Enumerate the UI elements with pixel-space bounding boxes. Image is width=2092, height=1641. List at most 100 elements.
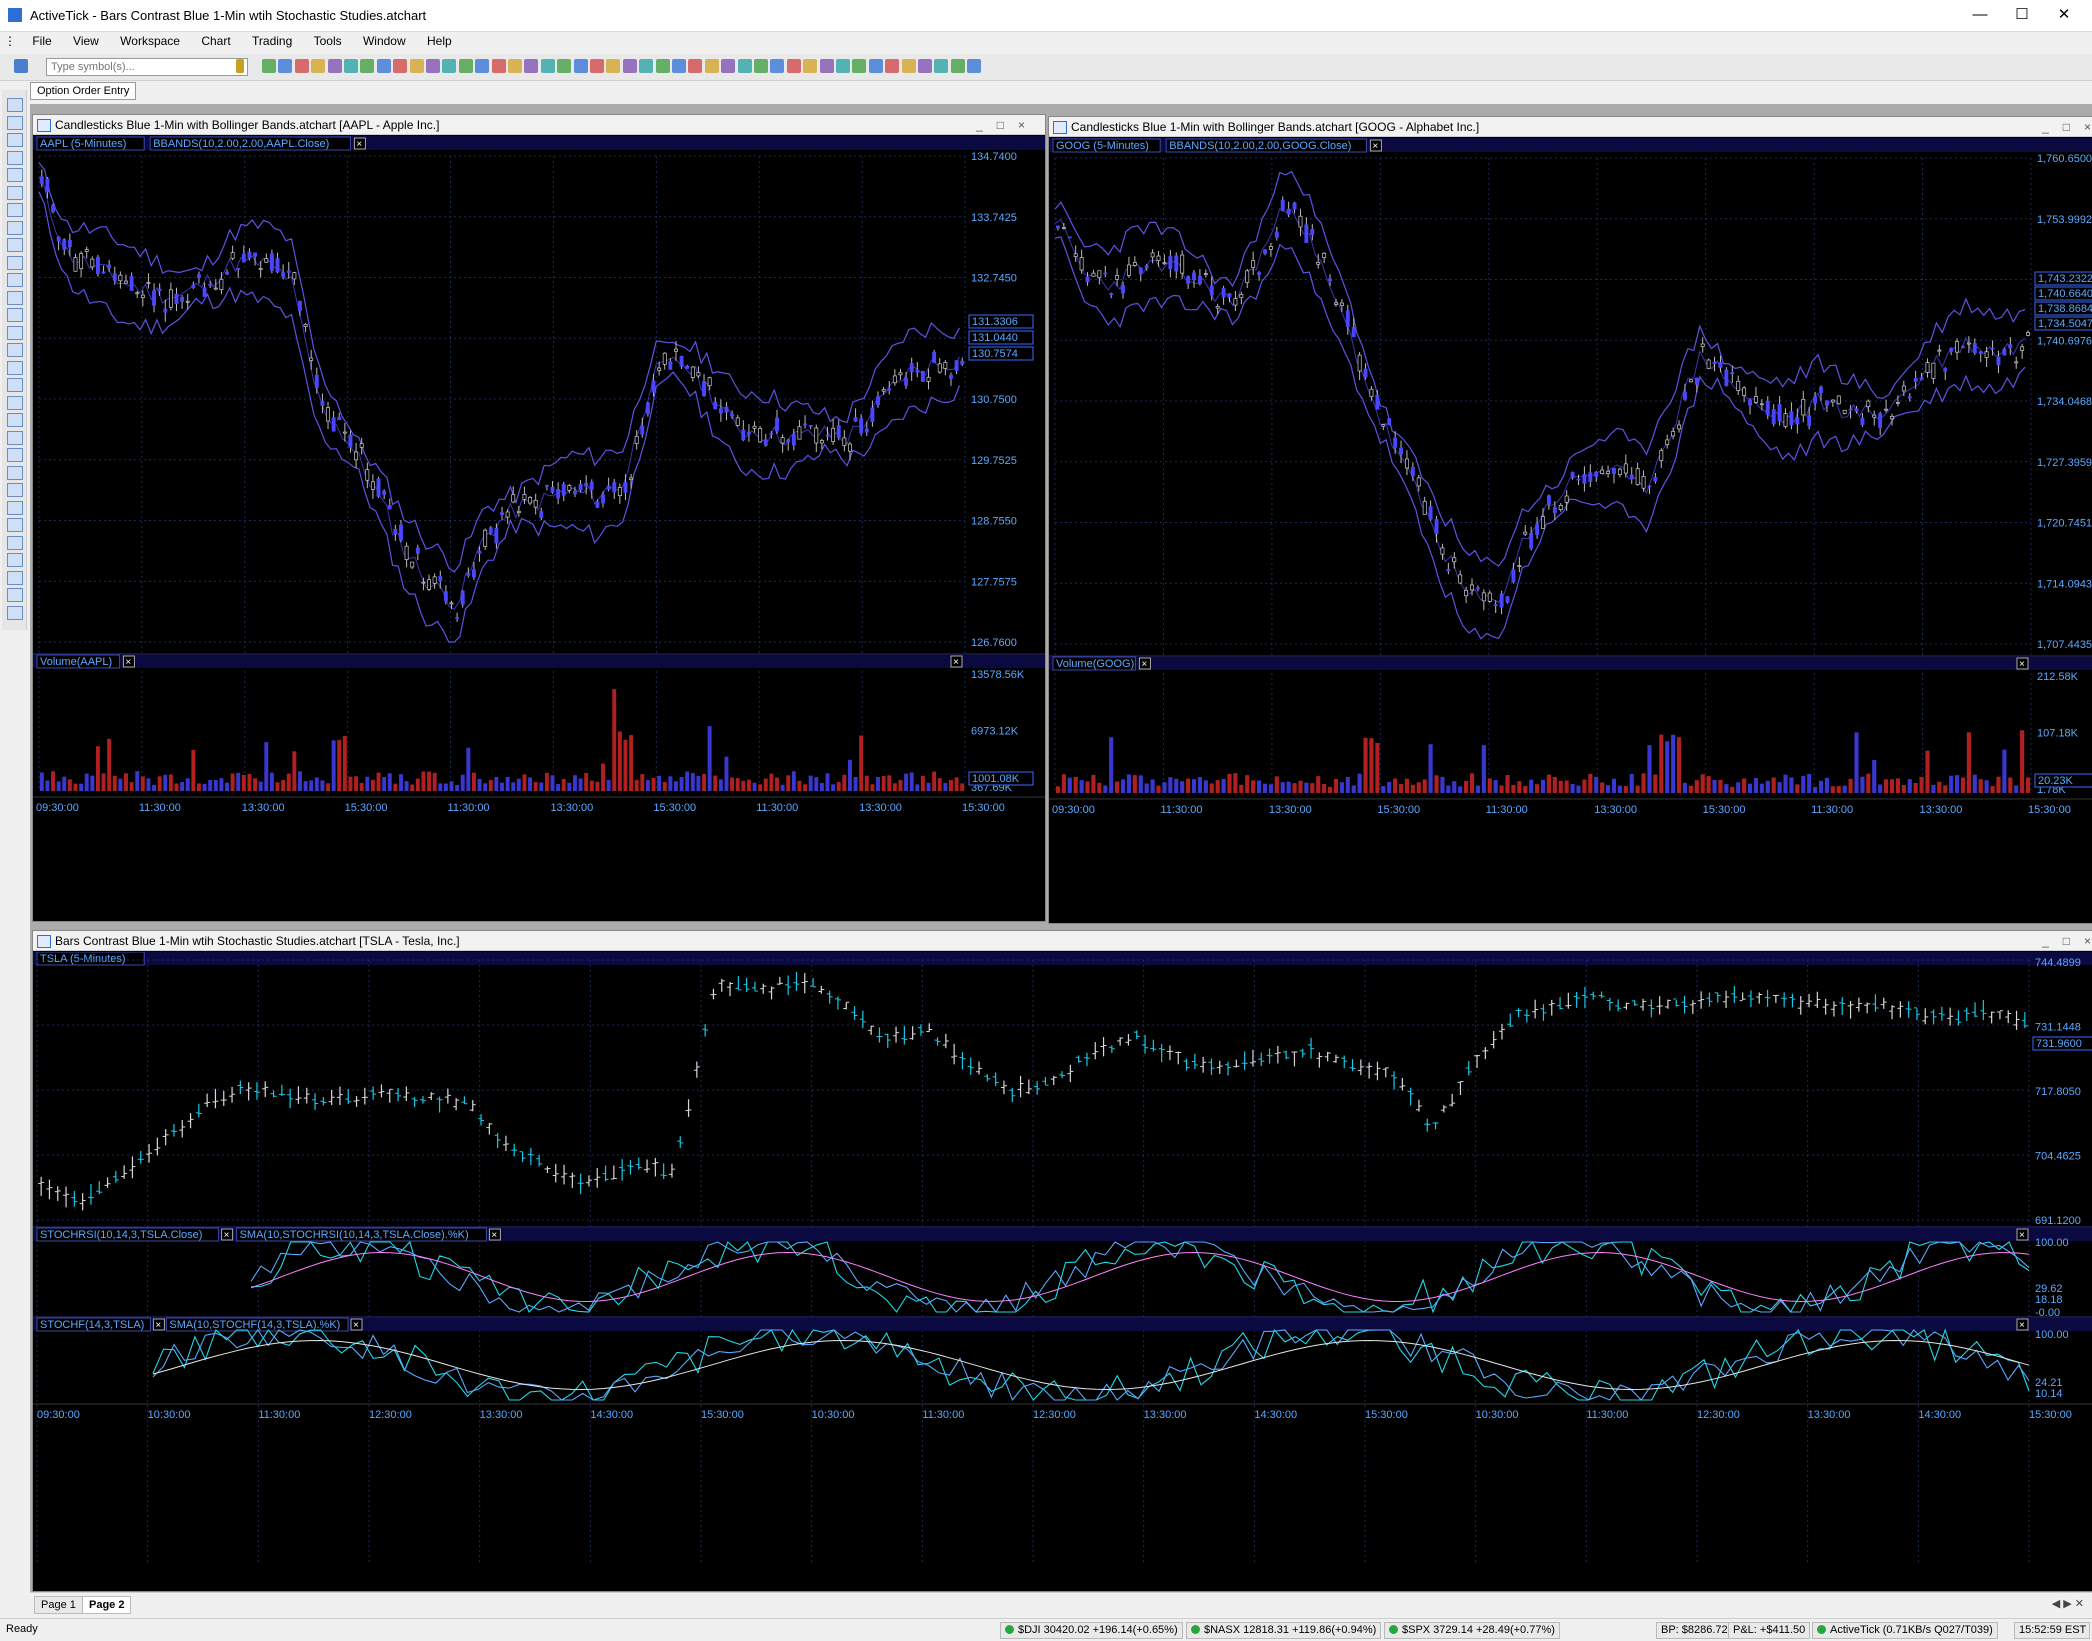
toolbar-tool-icon[interactable] xyxy=(885,59,900,73)
drawing-tool-icon[interactable] xyxy=(7,378,23,392)
option-order-entry-button[interactable]: Option Order Entry xyxy=(30,82,137,100)
toolbar-tool-icon[interactable] xyxy=(262,59,276,73)
toolbar-tool-icon[interactable] xyxy=(967,59,982,73)
toolbar-tool-icon[interactable] xyxy=(672,59,686,73)
toolbar-tool-icon[interactable] xyxy=(754,59,768,73)
toolbar-tool-icon[interactable] xyxy=(639,59,654,73)
toolbar-tool-icon[interactable] xyxy=(918,59,932,73)
goog-chart[interactable]: GOOG (5-Minutes) BBANDS(10,2.00,2.00,GOOG… xyxy=(1049,138,2092,923)
menu-file[interactable]: File xyxy=(23,32,60,50)
toolbar-tool-icon[interactable] xyxy=(344,59,358,73)
symbol-dropdown-icon[interactable] xyxy=(236,59,244,73)
toolbar-tool-icon[interactable] xyxy=(901,59,916,73)
toolbar-tool-icon[interactable] xyxy=(327,59,342,73)
drawing-tool-icon[interactable] xyxy=(7,430,23,445)
toolbar-tool-icon[interactable] xyxy=(622,59,637,73)
menu-window[interactable]: Window xyxy=(354,32,415,50)
toolbar-tool-icon[interactable] xyxy=(770,59,785,73)
tsla-chart-window[interactable]: Bars Contrast Blue 1-Min wtih Stochastic… xyxy=(32,930,2092,1592)
drawing-tool-icon[interactable] xyxy=(7,360,23,375)
tab-scroll-arrows-icon[interactable]: ◀ ▶ ✕ xyxy=(2052,1597,2084,1610)
menu-trading[interactable]: Trading xyxy=(243,32,301,50)
drawing-tool-icon[interactable] xyxy=(7,290,23,305)
goog-chart-window[interactable]: Candlesticks Blue 1-Min with Bollinger B… xyxy=(1048,116,2092,924)
toolbar-tool-icon[interactable] xyxy=(524,59,539,73)
toolbar-tool-icon[interactable] xyxy=(704,59,719,73)
toolbar-tool-icon[interactable] xyxy=(376,59,391,73)
tab-page-2[interactable]: Page 2 xyxy=(82,1596,132,1614)
goog-window-titlebar[interactable]: Candlesticks Blue 1-Min with Bollinger B… xyxy=(1049,117,2092,137)
drawing-tool-icon[interactable] xyxy=(7,255,23,270)
drawing-tool-icon[interactable] xyxy=(7,325,23,340)
toolbar-tool-icon[interactable] xyxy=(868,59,883,73)
toolbar-tool-icon[interactable] xyxy=(393,59,408,73)
toolbar-tool-icon[interactable] xyxy=(360,59,375,73)
toolbar-tool-icon[interactable] xyxy=(688,59,703,73)
toolbar-tool-icon[interactable] xyxy=(573,59,588,73)
drawing-tool-icon[interactable] xyxy=(7,500,23,515)
toolbar-tool-icon[interactable] xyxy=(491,59,506,73)
tsla-window-titlebar[interactable]: Bars Contrast Blue 1-Min wtih Stochastic… xyxy=(33,931,2092,951)
drawing-tool-icon[interactable] xyxy=(7,605,23,620)
toolbar-tool-icon[interactable] xyxy=(737,59,752,73)
menu-workspace[interactable]: Workspace xyxy=(111,32,189,50)
goog-window-controls[interactable]: _□× xyxy=(2042,117,2092,137)
toolbar-tool-icon[interactable] xyxy=(836,59,850,73)
maximize-icon[interactable]: ☐ xyxy=(2002,4,2042,26)
toolbar-tool-icon[interactable] xyxy=(311,59,326,73)
toolbar-tool-icon[interactable] xyxy=(803,59,818,73)
symbol-input[interactable] xyxy=(46,58,248,76)
toolbar-tool-icon[interactable] xyxy=(819,59,834,73)
toolbar-tool-icon[interactable] xyxy=(508,59,522,73)
drawing-tool-icon[interactable] xyxy=(7,308,23,322)
tab-page-1[interactable]: Page 1 xyxy=(34,1596,83,1614)
drawing-tool-icon[interactable] xyxy=(7,395,23,410)
drawing-tool-icon[interactable] xyxy=(7,220,23,235)
drawing-tool-icon[interactable] xyxy=(7,518,23,532)
toolbar-tool-icon[interactable] xyxy=(590,59,604,73)
drawing-tool-icon[interactable] xyxy=(7,168,23,182)
drawing-tool-icon[interactable] xyxy=(7,448,23,462)
toolbar-tool-icon[interactable] xyxy=(606,59,621,73)
toolbar-tool-icon[interactable] xyxy=(557,59,572,73)
toolbar-tool-icon[interactable] xyxy=(294,59,309,73)
menu-help[interactable]: Help xyxy=(418,32,461,50)
toolbar-tool-icon[interactable] xyxy=(442,59,457,73)
drawing-tool-icon[interactable] xyxy=(7,185,23,200)
drawing-tool-icon[interactable] xyxy=(7,465,23,480)
toolbar-tool-icon[interactable] xyxy=(934,59,949,73)
minimize-icon[interactable]: — xyxy=(1960,4,2000,26)
toolbar-tool-icon[interactable] xyxy=(655,59,670,73)
drawing-tool-icon[interactable] xyxy=(7,203,23,217)
toolbar-tool-icon[interactable] xyxy=(458,59,473,73)
menu-tools[interactable]: Tools xyxy=(305,32,351,50)
tsla-window-controls[interactable]: _□× xyxy=(2042,931,2092,951)
drawing-tool-icon[interactable] xyxy=(7,553,23,567)
aapl-chart[interactable]: AAPL (5-Minutes) BBANDS(10,2.00,2.00,AAPL… xyxy=(33,136,1045,921)
toolbar-tool-icon[interactable] xyxy=(426,59,440,73)
drawing-tool-icon[interactable] xyxy=(7,150,23,165)
toolbar-tool-icon[interactable] xyxy=(475,59,490,73)
drawing-tool-icon[interactable] xyxy=(7,343,23,357)
aapl-window-controls[interactable]: _□× xyxy=(976,115,1039,135)
aapl-window-titlebar[interactable]: Candlesticks Blue 1-Min with Bollinger B… xyxy=(33,115,1045,135)
toolbar-tool-icon[interactable] xyxy=(278,59,293,73)
tsla-chart[interactable]: TSLA (5-Minutes) 744.4899 731.1448 717.8050… xyxy=(33,952,2092,1591)
toolbar-tool-icon[interactable] xyxy=(950,59,965,73)
drawing-tool-icon[interactable] xyxy=(7,238,23,252)
drawing-tool-icon[interactable] xyxy=(7,413,23,427)
drawing-tool-icon[interactable] xyxy=(7,133,23,147)
toolbar-tool-icon[interactable] xyxy=(721,59,736,73)
new-chart-icon[interactable] xyxy=(14,59,28,73)
toolbar-tool-icon[interactable] xyxy=(852,59,867,73)
aapl-chart-window[interactable]: Candlesticks Blue 1-Min with Bollinger B… xyxy=(32,114,1046,922)
drawing-tool-icon[interactable] xyxy=(7,483,23,497)
drawing-tool-icon[interactable] xyxy=(7,588,23,602)
drawing-tool-icon[interactable] xyxy=(7,570,23,585)
toolbar-tool-icon[interactable] xyxy=(409,59,424,73)
drawing-tool-icon[interactable] xyxy=(7,115,23,130)
close-icon[interactable]: ✕ xyxy=(2044,4,2084,26)
toolbar-tool-icon[interactable] xyxy=(786,59,801,73)
menu-chart[interactable]: Chart xyxy=(192,32,239,50)
menu-view[interactable]: View xyxy=(64,32,108,50)
